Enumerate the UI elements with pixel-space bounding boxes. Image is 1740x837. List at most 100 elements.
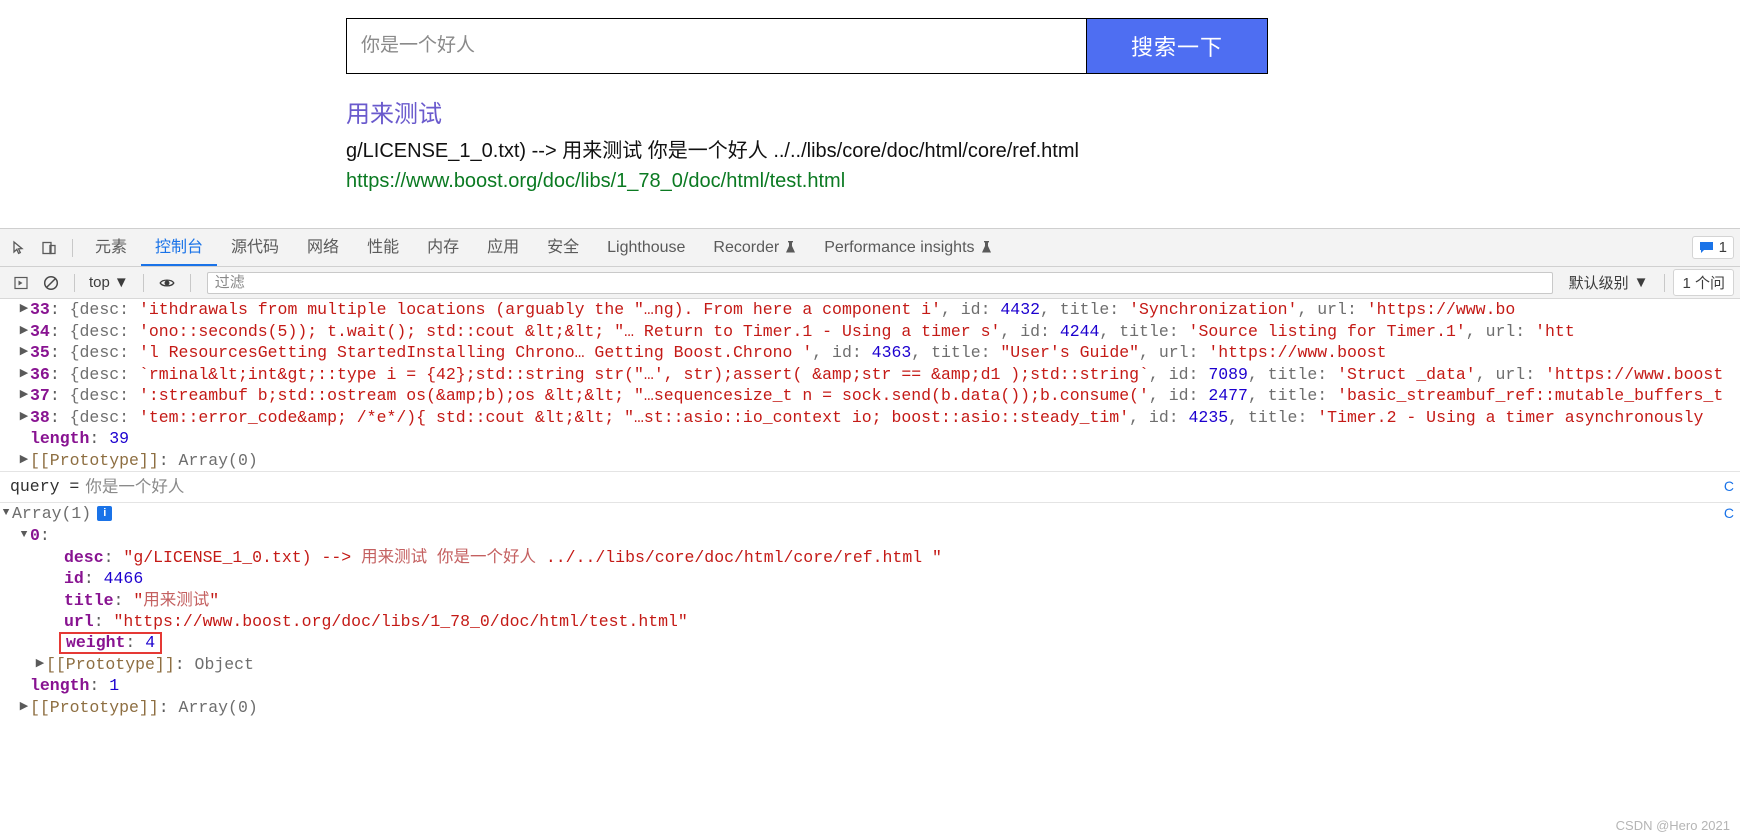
message-count: 1: [1718, 239, 1727, 256]
log-level-selector[interactable]: 默认级别 ▼: [1561, 272, 1657, 293]
token: 'https://www.boost: [1545, 364, 1724, 384]
console-line[interactable]: length: 1: [0, 675, 1740, 697]
token: 4363: [871, 343, 912, 362]
console-line[interactable]: ▶ [[Prototype]]: Array(0): [0, 697, 1740, 719]
inspect-element-icon[interactable]: [4, 233, 34, 263]
toolbar-divider: [189, 273, 191, 292]
toolbar-divider: [74, 273, 75, 292]
expand-arrow-icon[interactable]: ▶: [18, 321, 30, 343]
tab-performance-insights[interactable]: Performance insights: [810, 229, 1005, 266]
console-result-object: ▼ Array(1) i C ▼ 0: desc: "g/LICENSE_1_0.txt) …: [0, 503, 1740, 718]
console-line[interactable]: ▶ [[Prototype]]: Array(0): [0, 450, 1740, 472]
console-line[interactable]: ▼ Array(1) i C: [0, 503, 1740, 525]
line-content: length: 1: [30, 675, 119, 697]
console-line[interactable]: ▶ [[Prototype]]: Object: [0, 654, 1740, 676]
tab-sources[interactable]: 源代码: [217, 229, 293, 266]
token: title: [64, 590, 114, 610]
search-results: 用来测试 g/LICENSE_1_0.txt) --> 用来测试 你是一个好人 …: [346, 98, 1446, 196]
source-link[interactable]: C: [1724, 503, 1734, 525]
search-button[interactable]: 搜索一下: [1086, 18, 1268, 74]
result-title-link[interactable]: 用来测试: [346, 98, 1446, 132]
token: 33: [30, 300, 50, 319]
web-page-area: 搜索一下 用来测试 g/LICENSE_1_0.txt) --> 用来测试 你是…: [0, 0, 1740, 228]
console-sidebar-eye-icon[interactable]: [152, 268, 182, 298]
expand-arrow-open-icon[interactable]: ▼: [0, 503, 12, 525]
expand-arrow-open-icon[interactable]: ▼: [18, 525, 30, 547]
console-line[interactable]: id: 4466: [0, 568, 1740, 590]
console-toolbar: top ▼ 默认级别 ▼ 1 个问: [0, 267, 1740, 299]
console-line[interactable]: ▶ 34: {desc: 'ono::seconds(5)); t.wait();…: [0, 321, 1740, 343]
token: , id:: [1129, 407, 1189, 427]
line-content: id: 4466: [64, 568, 143, 590]
tab-network[interactable]: 网络: [293, 229, 353, 266]
execute-icon[interactable]: [6, 268, 36, 298]
execution-context-selector[interactable]: top ▼: [83, 274, 135, 291]
line-content: title: "用来测试": [64, 589, 219, 612]
expand-arrow-icon[interactable]: ▶: [18, 342, 30, 364]
tab-recorder[interactable]: Recorder: [699, 229, 810, 266]
tab-performance[interactable]: 性能: [353, 229, 413, 266]
tab-label: 应用: [487, 239, 520, 256]
token: 'Timer.2 - Using a timer asynchronously: [1317, 407, 1704, 427]
token: 'ithdrawals from multiple locations (arg…: [138, 300, 941, 319]
token: :: [89, 429, 110, 448]
console-line[interactable]: title: "用来测试": [0, 589, 1740, 611]
console-line[interactable]: ▶ 38: {desc: 'tem::error_code&amp; /*e*/)…: [0, 407, 1740, 429]
token: 'ono::seconds(5)); t.wait(); std::cout &…: [138, 321, 1001, 341]
tab-label: 安全: [547, 239, 580, 256]
console-line[interactable]: ▶ 35: {desc: 'l ResourcesGetting StartedI…: [0, 342, 1740, 364]
tab-security[interactable]: 安全: [533, 229, 593, 266]
expand-arrow-icon[interactable]: ▶: [18, 299, 30, 321]
token: [[Prototype]]: [30, 697, 159, 717]
console-line[interactable]: length: 39: [0, 428, 1740, 450]
token: `rminal&lt;int&gt;::type i = {42};std::s…: [138, 364, 1149, 384]
tab-console[interactable]: 控制台: [141, 229, 217, 266]
console-line[interactable]: ▶ 37: {desc: ':streambuf b;std::ostream o…: [0, 385, 1740, 407]
toolbar-divider: [142, 273, 144, 292]
expand-arrow-icon[interactable]: ▶: [18, 385, 30, 407]
token: , id:: [812, 343, 872, 362]
search-input[interactable]: [346, 18, 1086, 74]
search-bar: 搜索一下: [346, 18, 1268, 74]
token: :: [49, 386, 70, 405]
expand-arrow-icon[interactable]: ▶: [18, 450, 30, 472]
console-output[interactable]: ▶ 33: {desc: 'ithdrawals from multiple lo…: [0, 299, 1740, 815]
tab-lighthouse[interactable]: Lighthouse: [593, 229, 699, 266]
source-link[interactable]: C: [1724, 476, 1734, 498]
expand-arrow-icon[interactable]: ▶: [18, 697, 30, 719]
token: Array(0): [178, 450, 258, 470]
result-url-link[interactable]: https://www.boost.org/doc/libs/1_78_0/do…: [346, 166, 1446, 196]
token: :: [174, 654, 195, 674]
device-toolbar-icon[interactable]: [34, 233, 64, 263]
token: , url:: [1139, 343, 1209, 362]
line-content: length: 39: [30, 428, 129, 450]
token: :: [113, 590, 134, 610]
console-line[interactable]: ▶ 36: {desc: `rminal&lt;int&gt;::type i =…: [0, 364, 1740, 386]
console-line[interactable]: weight: 4: [0, 631, 1740, 654]
token: {desc:: [69, 407, 139, 427]
tab-application[interactable]: 应用: [473, 229, 533, 266]
line-content: [[Prototype]]: Array(0): [30, 450, 258, 472]
token: :: [49, 321, 70, 341]
expand-arrow-icon[interactable]: ▶: [18, 407, 30, 429]
tab-elements[interactable]: 元素: [81, 229, 141, 266]
message-count-badge[interactable]: 1: [1691, 236, 1734, 259]
highlighted-property: weight: 4: [59, 631, 163, 654]
console-line[interactable]: desc: "g/LICENSE_1_0.txt) --> 用来测试 你是一个好…: [0, 546, 1740, 568]
info-badge-icon[interactable]: i: [97, 506, 113, 522]
token: :: [39, 525, 50, 545]
expand-arrow-icon[interactable]: ▶: [34, 654, 46, 676]
token: desc: [64, 547, 104, 567]
token: ':streambuf b;std::ostream os(&amp;b);os…: [138, 386, 1149, 405]
console-line[interactable]: ▼ 0:: [0, 525, 1740, 547]
console-line[interactable]: url: "https://www.boost.org/doc/libs/1_7…: [0, 611, 1740, 633]
token: , id:: [940, 300, 1001, 319]
tab-memory[interactable]: 内存: [413, 229, 473, 266]
token: "g/LICENSE_1_0.txt) -->: [123, 547, 362, 567]
expand-arrow-icon[interactable]: ▶: [18, 364, 30, 386]
console-line[interactable]: ▶ 33: {desc: 'ithdrawals from multiple lo…: [0, 299, 1740, 321]
clear-console-icon[interactable]: [36, 268, 66, 298]
token: 37: [30, 386, 50, 405]
console-filter-input[interactable]: [206, 271, 1553, 294]
issues-button[interactable]: 1 个问: [1673, 269, 1734, 296]
